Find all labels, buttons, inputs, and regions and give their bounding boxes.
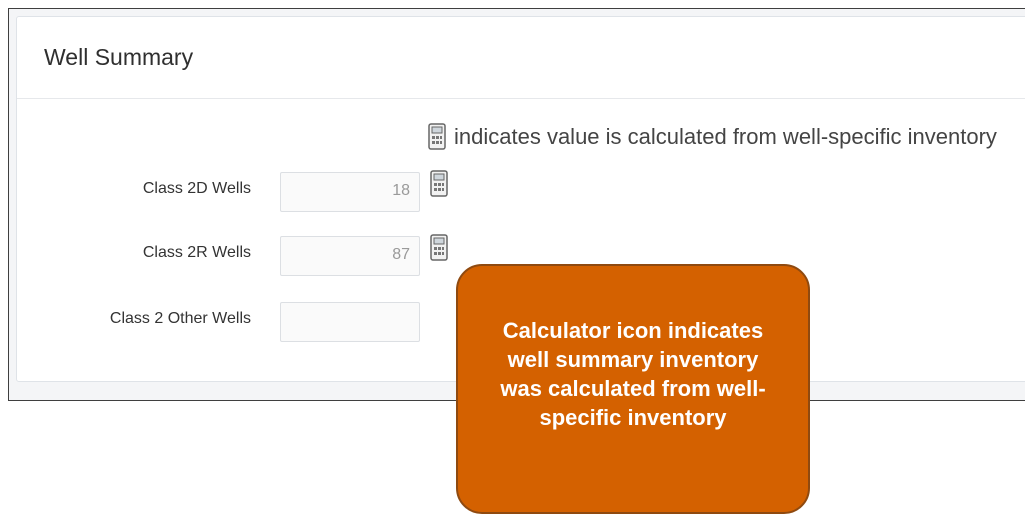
row-class-2-other: Class 2 Other Wells — [17, 302, 517, 344]
calculator-icon — [428, 123, 446, 150]
calculator-icon — [430, 170, 448, 202]
callout-line: specific inventory — [539, 405, 727, 430]
class-2r-label: Class 2R Wells — [142, 244, 251, 261]
callout-line: well summary inventory — [507, 347, 759, 372]
class-2d-label: Class 2D Wells — [142, 180, 251, 197]
legend-text: indicates value is calculated from well-… — [454, 123, 997, 149]
callout-line: Calculator icon indicates — [502, 318, 764, 343]
callout-line: was calculated from well- — [500, 376, 766, 401]
class-2-other-label: Class 2 Other Wells — [109, 310, 251, 327]
row-class-2r: Class 2R Wells 87 — [17, 234, 517, 278]
panel-header: Well Summary — [17, 17, 1025, 99]
calculator-icon — [430, 234, 448, 266]
row-class-2d: Class 2D Wells 18 — [17, 170, 517, 214]
class-2r-input[interactable]: 87 — [280, 236, 420, 276]
panel-title: Well Summary — [44, 44, 194, 70]
calculator-legend: indicates value is calculated from well-… — [428, 123, 997, 150]
class-2-other-input[interactable] — [280, 302, 420, 342]
class-2d-input[interactable]: 18 — [280, 172, 420, 212]
info-callout: Calculator icon indicates well summary i… — [456, 264, 810, 514]
